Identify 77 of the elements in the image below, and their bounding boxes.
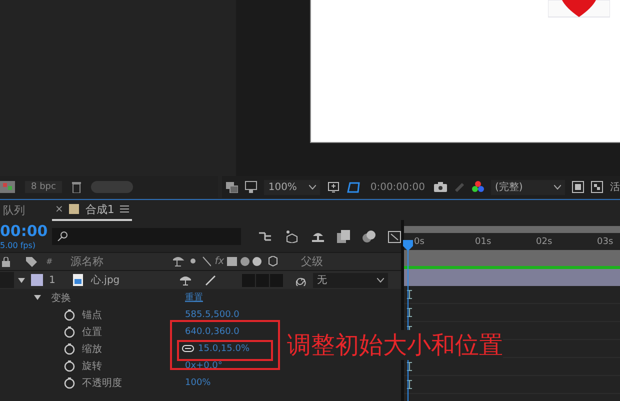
image-file-icon [73, 274, 83, 286]
column-header[interactable]: # [46, 257, 53, 266]
column-header[interactable]: 源名称 [70, 254, 169, 269]
caret-icon[interactable] [309, 184, 316, 190]
panel-tab[interactable]: × 合成1 [52, 200, 132, 220]
timecode[interactable]: 0:00:00:00 [370, 182, 425, 192]
switches-header-drawing[interactable] [172, 256, 211, 267]
annotation-text: 调整初始大小和位置 [287, 330, 503, 360]
property-label: 缩放 [82, 342, 103, 356]
color-settings-icon[interactable] [0, 181, 15, 193]
trash-icon[interactable] [72, 182, 81, 192]
tag-icon[interactable] [26, 256, 37, 266]
menu-icon[interactable] [120, 205, 130, 213]
panel-tab[interactable]: 队列 [0, 200, 28, 220]
caret-icon[interactable] [554, 184, 561, 190]
property-label: 位置 [82, 326, 103, 338]
layer-name[interactable]: 心.jpg [91, 273, 176, 287]
search-icon [57, 231, 69, 241]
layer-number: 1 [49, 274, 56, 286]
cube-icon[interactable] [285, 230, 299, 242]
hierarchy-icon[interactable] [259, 230, 273, 242]
graph-editor-icon[interactable] [388, 230, 401, 242]
frame-rate: 5.00 fps) [0, 240, 37, 250]
region-icon[interactable] [347, 180, 362, 194]
stopwatch-icon[interactable] [64, 342, 75, 354]
color-channels-icon[interactable] [472, 181, 484, 193]
tab-label[interactable]: 队列 [3, 202, 25, 218]
property-label: 锚点 [82, 308, 103, 322]
resolution-dropdown[interactable]: (完整) [491, 180, 565, 194]
zoom-dropdown[interactable]: 100% [264, 180, 320, 194]
keyframe-marker-icon [407, 290, 412, 299]
layers-icon[interactable] [337, 230, 350, 242]
layer-row[interactable]: 1 心.jpg 无 [0, 271, 402, 289]
quality-switch-icon[interactable] [205, 274, 216, 286]
stopwatch-icon[interactable] [64, 376, 75, 388]
keyframe-marker-icon [407, 380, 412, 389]
stopwatch-icon[interactable] [64, 360, 75, 372]
property-value[interactable]: 15.0,15.0% [198, 344, 250, 354]
camera-icon[interactable] [434, 182, 447, 192]
parent-dropdown[interactable]: 无 [313, 272, 388, 288]
search-field[interactable] [52, 228, 241, 244]
ruler-label: 0s [414, 236, 426, 246]
property-value[interactable]: 100% [185, 378, 211, 388]
stopwatch-icon[interactable] [64, 308, 75, 320]
monitor-icon[interactable] [245, 181, 258, 193]
effects-column-header[interactable]: fx [214, 256, 224, 267]
ruler-label: 02s [536, 236, 554, 246]
property-value[interactable]: 0x+0.0° [185, 360, 222, 370]
column-header[interactable]: 父级 [301, 254, 324, 269]
ruler-label: 01s [475, 236, 492, 246]
property-value[interactable]: 640.0,360.0 [185, 326, 240, 336]
expand-triangle-icon[interactable] [34, 294, 41, 301]
close-tab-button[interactable]: × [55, 204, 64, 214]
ruler-label: 03s [597, 236, 614, 246]
property-label: 不透明度 [82, 376, 123, 390]
property-label: 旋转 [82, 360, 103, 372]
keyframe-marker-icon [407, 308, 412, 317]
lock-icon[interactable] [2, 256, 10, 266]
keyframe-marker-icon [407, 362, 412, 371]
preview-bar [90, 181, 133, 193]
checkerboard-icon[interactable] [591, 181, 603, 193]
caret-icon[interactable] [377, 278, 384, 282]
property-group-label[interactable]: 变换 [51, 290, 185, 304]
bit-depth-button[interactable]: 8 bpc [25, 181, 62, 193]
overlap-icon[interactable] [226, 182, 238, 192]
expand-triangle-icon[interactable] [18, 276, 25, 284]
property-value[interactable]: 585.5,500.0 [185, 310, 240, 320]
tab-label[interactable]: 合成1 [85, 202, 114, 216]
label-color-swatch[interactable] [31, 274, 43, 286]
reset-link[interactable]: 重置 [185, 291, 203, 304]
grid-icon[interactable] [327, 180, 340, 194]
stopwatch-icon[interactable] [64, 326, 75, 338]
current-time[interactable]: 00:00 [0, 222, 46, 240]
toolbar-label[interactable]: 活 [610, 180, 620, 194]
circles-icon[interactable] [362, 230, 376, 242]
square-icon[interactable] [572, 181, 584, 193]
lamp-icon[interactable] [311, 230, 325, 242]
